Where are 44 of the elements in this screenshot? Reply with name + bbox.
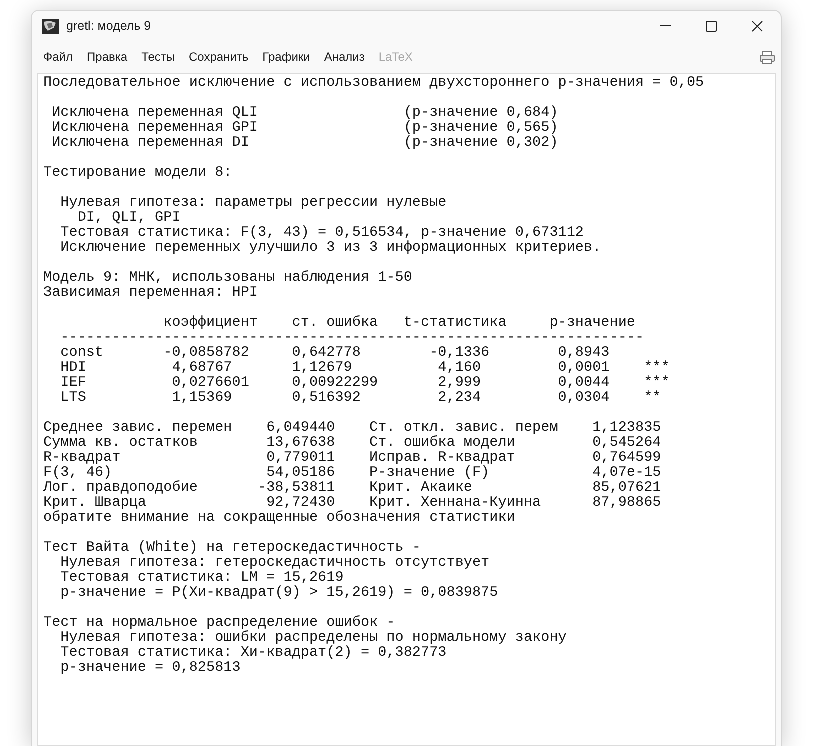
output-line: Нулевая гипотеза: ошибки распределены по нормальному закону [60,631,567,646]
output-line: коэффициент ст. ошибка t-статистика p-значение [162,316,636,331]
output-line: Нулевая гипотеза: параметры регрессии нулевые [60,196,447,211]
output-line: Зависимая переменная: HPI [44,286,258,301]
output-line: Тестовая статистика: F(3, 43) = 0,516534, p-значение 0,673112 [60,226,584,241]
output-line: Исключение переменных улучшило 3 из 3 информационных критериев. [60,241,602,256]
close-icon [752,20,763,32]
output-line: Исключена переменная DI (p-значение 0,302) [51,136,558,151]
window-title: gretl: модель 9 [66,19,152,33]
output-line: p-значение = 0,825813 [60,661,241,676]
menu-item[interactable]: Тесты [136,47,182,67]
output-line: Исключена переменная QLI (p-значение 0,684) [51,106,558,121]
menu-item[interactable]: Файл [38,47,80,67]
menu-item[interactable]: Сохранить [183,47,255,67]
output-line: Модель 9: МНК, использованы наблюдения 1-50 [44,271,412,286]
output-line: p-значение = P(Хи-квадрат(9) > 15,2619) = 0,0839875 [60,586,498,601]
menu-item[interactable]: Графики [256,47,316,67]
menu-item[interactable]: Правка [81,47,134,67]
output-line: Крит. Шварца 92,72430 Крит. Хеннана-Куинна 87,98865 [44,496,662,511]
output-line: Тест Вайта (White) на гетероскедастичность - [44,541,421,556]
output-line: Сумма кв. остатков 13,67638 Ст. ошибка модели 0,545264 [44,436,662,451]
app-logo-icon [42,18,58,34]
minimize-icon [660,25,671,27]
menu-item[interactable]: Анализ [318,47,371,67]
output-line: Последовательное исключение с использованием двухстороннего p-значения = 0,05 [44,76,704,91]
output-line: Тестирование модели 8: [44,166,232,181]
output-line: const -0,0858782 0,642778 -0,1336 0,8943 [60,346,610,361]
output-line: Нулевая гипотеза: гетероскедастичность отсутствует [60,556,490,571]
output-line: Среднее завис. перемен 6,049440 Ст. откл. завис. перем 1,123835 [44,421,662,436]
output-line: LTS 1,15369 0,516392 2,234 0,0304 ** [60,391,662,406]
output-line: Тестовая статистика: Хи-квадрат(2) = 0,382773 [60,646,447,661]
output-line: Тестовая статистика: LM = 15,2619 [60,571,344,586]
output-line: Лог. правдоподобие -38,53811 Крит. Акаике 85,07621 [44,481,662,496]
output-line: -------------------------------------------------------------------- [60,331,644,346]
output-line: обратите внимание на сокращенные обозначения статистики [44,511,516,526]
output-line: HDI 4,68767 1,12679 4,160 0,0001 *** [60,361,670,376]
output-line: R-квадрат 0,779011 Исправ. R-квадрат 0,764599 [44,451,662,466]
maximize-icon [706,20,717,32]
output-line: DI, QLI, GPI [76,211,181,226]
printer-icon[interactable] [760,50,774,64]
output-line: F(3, 46) 54,05186 P-значение (F) 4,07e-15 [44,466,662,481]
output-line: Тест на нормальное распределение ошибок - [44,616,396,631]
output-line: IEF 0,0276601 0,00922299 2,999 0,0044 *** [60,376,670,391]
output-line: Исключена переменная GPI (p-значение 0,565) [51,121,558,136]
